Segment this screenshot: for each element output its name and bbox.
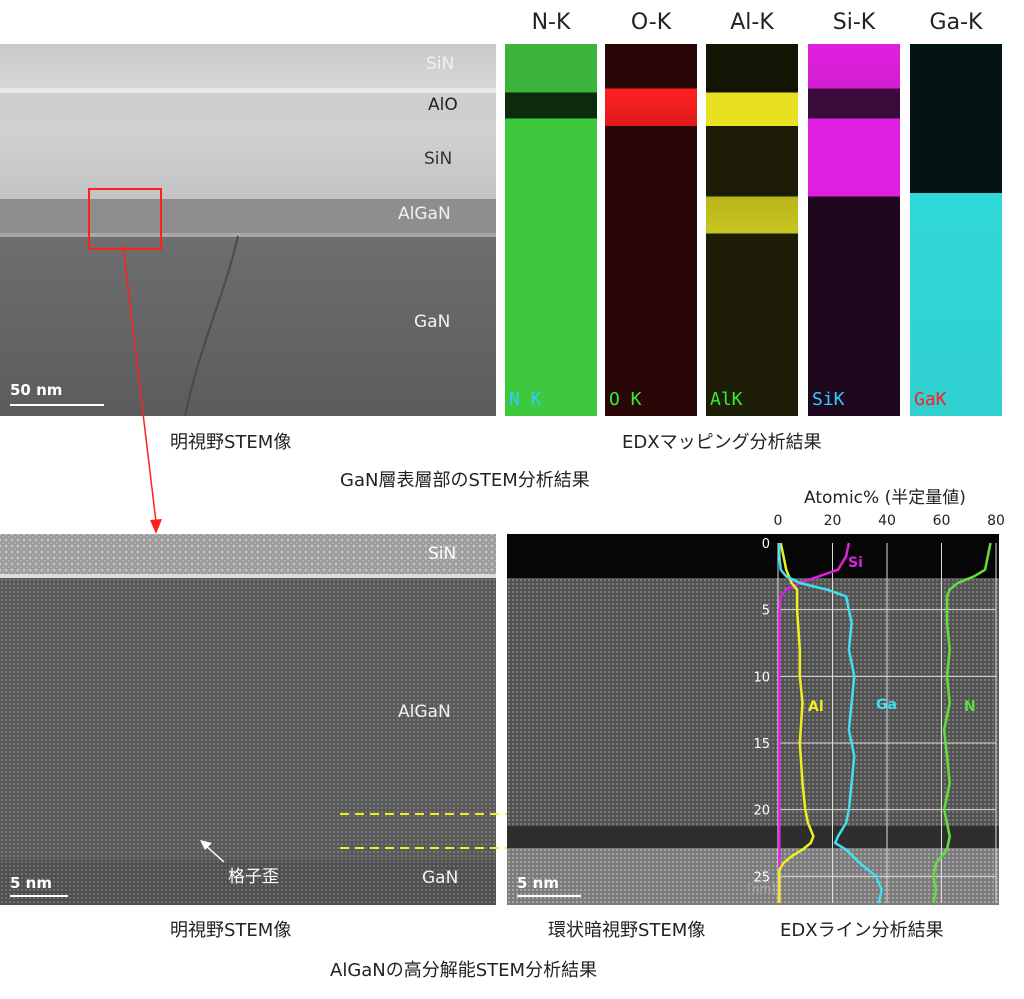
y-tick-label: 20	[753, 804, 770, 819]
map-title-o: O-K	[630, 10, 672, 35]
x-tick-label: 20	[824, 513, 842, 529]
map-title-ga: Ga-K	[929, 10, 983, 35]
y-tick-label: 5	[762, 604, 770, 619]
series-label-si: Si	[848, 555, 863, 571]
map-label-al: AlK	[710, 389, 743, 410]
layer-label-sin-top: SiN	[426, 54, 455, 74]
series-line-al	[778, 542, 815, 903]
strain-annotation: 格子歪	[228, 867, 279, 887]
scale-label-highres: 5 nm	[10, 874, 52, 892]
map-label-ga: GaK	[914, 389, 947, 410]
edx-line-chart: 0 20 40 60 80 0510152025 Si Al Ga N [nm]	[747, 513, 1005, 904]
y-tick-label: 0	[762, 537, 770, 552]
series-label-ga: Ga	[876, 697, 897, 713]
map-image-si: SiK	[808, 44, 900, 416]
scale-bar-highres	[10, 895, 68, 897]
layer-label-sin-mid: SiN	[424, 149, 453, 169]
chart-series	[778, 542, 992, 904]
scale-label-haadf: 5 nm	[517, 874, 559, 892]
series-label-al: Al	[808, 699, 824, 715]
caption-section-1: GaN層表層部のSTEM分析結果	[340, 470, 590, 491]
map-label-o: O K	[609, 389, 642, 410]
chart-grid	[777, 543, 997, 903]
y-tick-label: 10	[753, 670, 770, 685]
caption-edx-line: EDXライン分析結果	[780, 920, 944, 941]
map-image-n: N K	[505, 44, 597, 416]
caption-bright-field-top: 明視野STEM像	[170, 432, 292, 453]
layer-label-algan: AlGaN	[398, 204, 451, 224]
x-tick-label: 80	[987, 513, 1005, 529]
series-line-ga	[778, 543, 883, 904]
caption-bright-field-bottom: 明視野STEM像	[170, 920, 292, 941]
layer-label-alo: AlO	[428, 95, 458, 115]
map-label-si: SiK	[812, 389, 845, 410]
layer-label-gan: GaN	[414, 312, 451, 332]
map-title-n: N-K	[531, 10, 571, 35]
x-tick-label: 60	[933, 513, 951, 529]
map-title-al: Al-K	[730, 10, 774, 35]
caption-section-2: AlGaNの高分解能STEM分析結果	[330, 960, 598, 981]
x-tick-label: 0	[774, 513, 783, 529]
series-label-n: N	[964, 699, 976, 715]
y-unit-label: [nm]	[747, 882, 776, 896]
caption-haadf: 環状暗視野STEM像	[548, 920, 706, 941]
map-image-al: AlK	[706, 44, 798, 416]
chart-x-ticks: 0 20 40 60 80	[774, 513, 1005, 529]
map-title-si: Si-K	[832, 10, 876, 35]
zoom-arrow	[122, 245, 162, 534]
map-image-ga: GaK	[910, 44, 1002, 416]
x-tick-label: 40	[878, 513, 896, 529]
scale-bar-haadf	[517, 895, 581, 897]
series-line-si	[778, 542, 851, 903]
map-label-n: N K	[509, 389, 542, 410]
chart-y-ticks: 0510152025	[753, 537, 770, 885]
y-tick-label: 15	[753, 737, 770, 752]
map-image-o: O K	[605, 44, 697, 416]
caption-edx-mapping: EDXマッピング分析結果	[622, 432, 822, 453]
